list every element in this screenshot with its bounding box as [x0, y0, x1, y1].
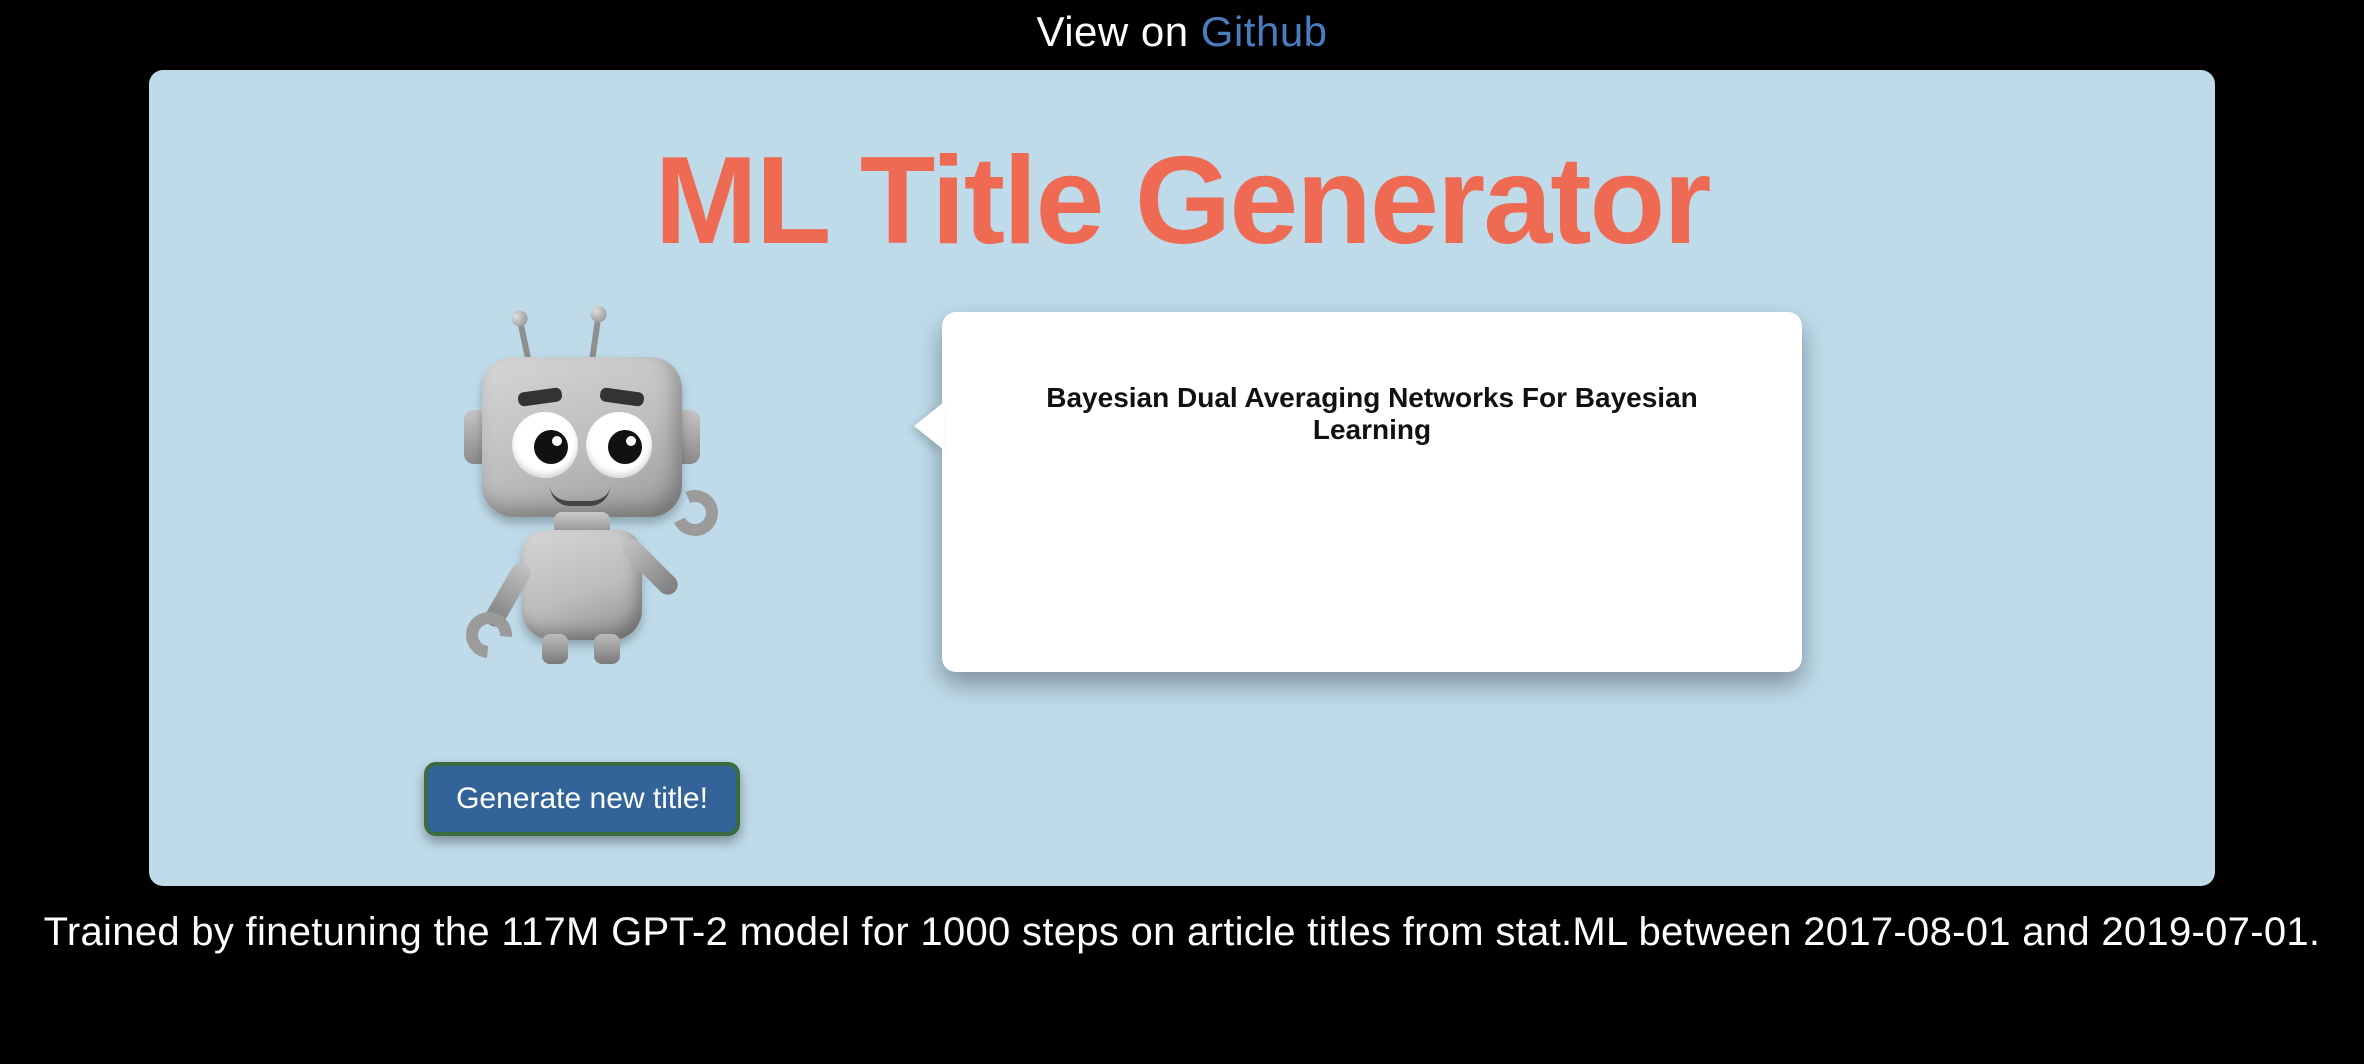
- content-row: Generate new title! Bayesian Dual Averag…: [219, 302, 2145, 836]
- github-link[interactable]: Github: [1201, 8, 1328, 55]
- generated-title-text: Bayesian Dual Averaging Networks For Bay…: [992, 382, 1752, 446]
- robot-icon: [422, 302, 742, 682]
- speech-bubble: Bayesian Dual Averaging Networks For Bay…: [942, 312, 1802, 672]
- header-prefix: View on: [1036, 8, 1200, 55]
- main-card: ML Title Generator: [149, 70, 2215, 886]
- footer-description: Trained by finetuning the 117M GPT-2 mod…: [44, 910, 2321, 955]
- robot-column: Generate new title!: [422, 302, 742, 836]
- page-title: ML Title Generator: [219, 130, 2145, 272]
- generate-button[interactable]: Generate new title!: [424, 762, 740, 836]
- header-link-row: View on Github: [1036, 0, 1327, 70]
